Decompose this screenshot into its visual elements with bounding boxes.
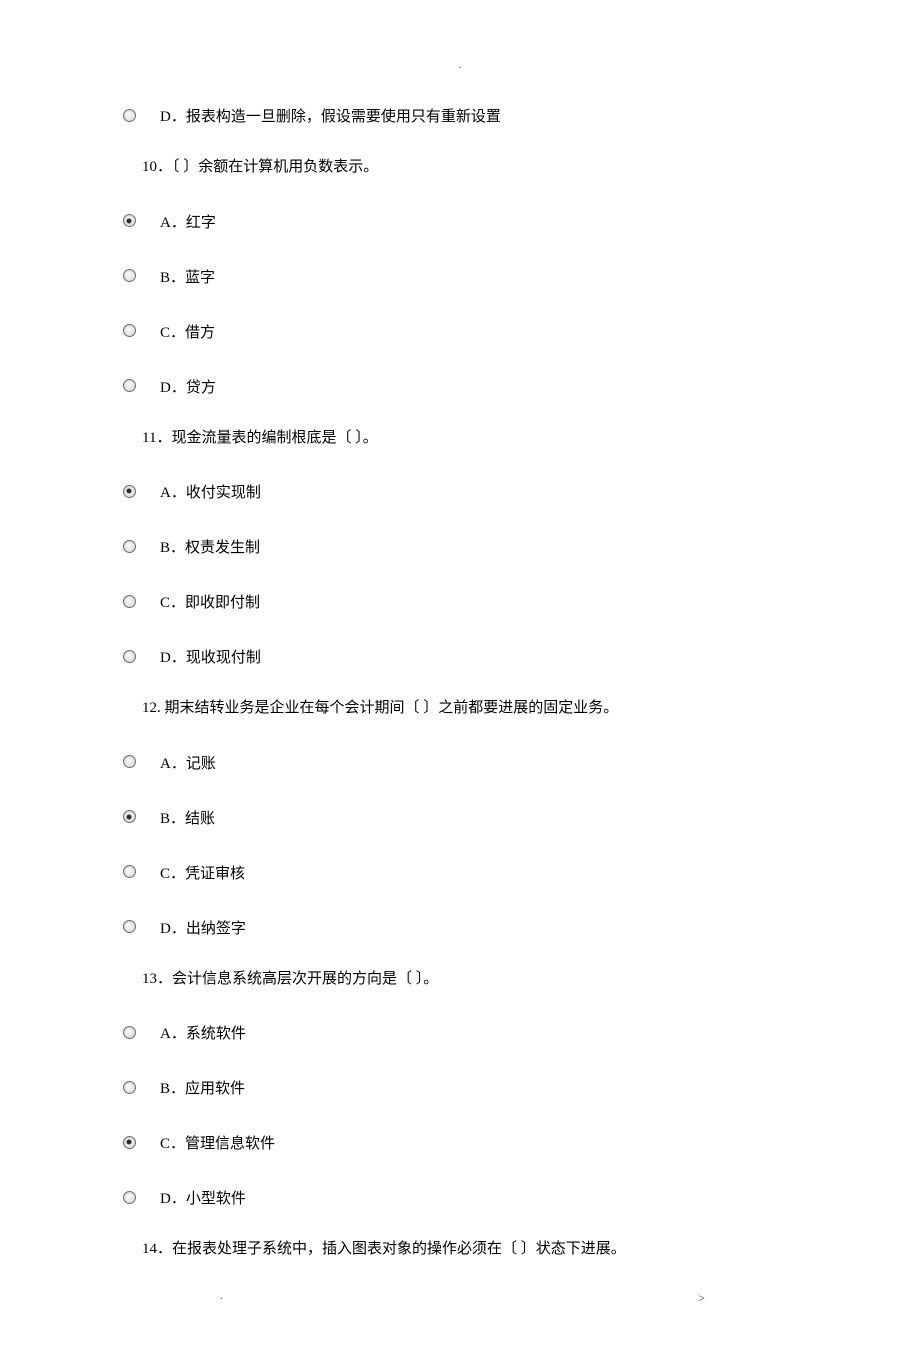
- option-label: D．出纳签字: [160, 913, 246, 940]
- radio-icon[interactable]: [123, 540, 136, 553]
- radio-wrap: [118, 539, 140, 553]
- q13-option-c: C．管理信息软件: [118, 1128, 820, 1155]
- q12-option-a: A．记账: [118, 748, 820, 775]
- radio-icon[interactable]: [123, 595, 136, 608]
- q13-option-a: A．系统软件: [118, 1018, 820, 1045]
- question-11-prompt: 11．现金流量表的编制根底是〔 〕。: [142, 427, 820, 450]
- radio-icon[interactable]: [123, 865, 136, 878]
- q11-option-d: D．现收现付制: [118, 642, 820, 669]
- radio-wrap: [118, 1025, 140, 1039]
- radio-wrap: [118, 594, 140, 608]
- radio-icon[interactable]: [123, 755, 136, 768]
- option-label: B．蓝字: [160, 262, 215, 289]
- option-label: D．贷方: [160, 372, 216, 399]
- q11-option-c: C．即收即付制: [118, 587, 820, 614]
- radio-icon[interactable]: [123, 485, 136, 498]
- option-label: C．即收即付制: [160, 587, 260, 614]
- radio-wrap: [118, 268, 140, 282]
- q11-option-a: A．收付实现制: [118, 477, 820, 504]
- footer-left-dot: . >: [0, 1291, 920, 1302]
- radio-wrap: [118, 108, 140, 122]
- option-label: D．小型软件: [160, 1183, 246, 1210]
- q13-option-b: B．应用软件: [118, 1073, 820, 1100]
- radio-wrap: [118, 864, 140, 878]
- option-label: C．借方: [160, 317, 215, 344]
- question-10-prompt: 10．〔 〕余额在计算机用负数表示。: [142, 156, 820, 179]
- orphan-option-row: D．报表构造一旦删除，假设需要使用只有重新设置: [118, 101, 820, 128]
- orphan-option-label: D．报表构造一旦删除，假设需要使用只有重新设置: [160, 101, 501, 128]
- q13-option-d: D．小型软件: [118, 1183, 820, 1210]
- footer-right-angle: >: [698, 1291, 920, 1306]
- question-12-prompt: 12. 期末结转业务是企业在每个会计期间〔 〕之前都要进展的固定业务。: [142, 697, 820, 720]
- radio-wrap: [118, 213, 140, 227]
- q10-option-d: D．贷方: [118, 372, 820, 399]
- radio-icon[interactable]: [123, 920, 136, 933]
- radio-wrap: [118, 919, 140, 933]
- q12-option-c: C．凭证审核: [118, 858, 820, 885]
- radio-wrap: [118, 323, 140, 337]
- radio-icon[interactable]: [123, 324, 136, 337]
- radio-wrap: [118, 809, 140, 823]
- option-label: C．凭证审核: [160, 858, 245, 885]
- radio-wrap: [118, 1080, 140, 1094]
- radio-icon[interactable]: [123, 214, 136, 227]
- radio-icon[interactable]: [123, 650, 136, 663]
- option-label: B．权责发生制: [160, 532, 260, 559]
- option-label: B．结账: [160, 803, 215, 830]
- radio-wrap: [118, 649, 140, 663]
- radio-icon[interactable]: [123, 1081, 136, 1094]
- radio-icon[interactable]: [123, 1136, 136, 1149]
- q11-option-b: B．权责发生制: [118, 532, 820, 559]
- radio-wrap: [118, 484, 140, 498]
- radio-icon[interactable]: [123, 810, 136, 823]
- option-label: A．收付实现制: [160, 477, 261, 504]
- option-label: A．红字: [160, 207, 216, 234]
- radio-icon[interactable]: [123, 1026, 136, 1039]
- radio-wrap: [118, 378, 140, 392]
- radio-icon[interactable]: [123, 269, 136, 282]
- header-dot: .: [0, 60, 920, 71]
- question-13-prompt: 13．会计信息系统高层次开展的方向是〔 〕。: [142, 968, 820, 991]
- q10-option-b: B．蓝字: [118, 262, 820, 289]
- radio-wrap: [118, 1135, 140, 1149]
- radio-icon[interactable]: [123, 379, 136, 392]
- radio-icon[interactable]: [123, 109, 136, 122]
- option-label: B．应用软件: [160, 1073, 245, 1100]
- q12-option-d: D．出纳签字: [118, 913, 820, 940]
- q10-option-c: C．借方: [118, 317, 820, 344]
- q10-option-a: A．红字: [118, 207, 820, 234]
- radio-wrap: [118, 754, 140, 768]
- q12-option-b: B．结账: [118, 803, 820, 830]
- option-label: C．管理信息软件: [160, 1128, 275, 1155]
- radio-wrap: [118, 1190, 140, 1204]
- option-label: A．系统软件: [160, 1018, 246, 1045]
- option-label: D．现收现付制: [160, 642, 261, 669]
- radio-icon[interactable]: [123, 1191, 136, 1204]
- page-content: D．报表构造一旦删除，假设需要使用只有重新设置 10．〔 〕余额在计算机用负数表…: [0, 101, 920, 1261]
- question-14-prompt: 14．在报表处理子系统中，插入图表对象的操作必须在〔 〕状态下进展。: [142, 1238, 820, 1261]
- option-label: A．记账: [160, 748, 216, 775]
